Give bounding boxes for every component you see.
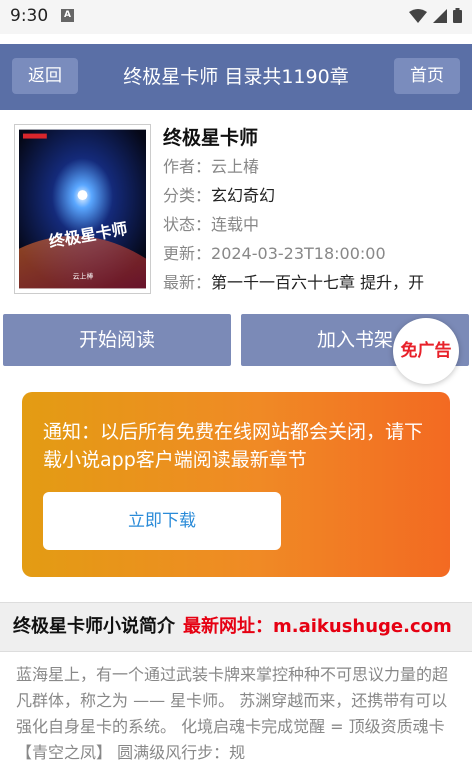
book-info: 终极星卡师 作者：云上椿 分类：玄幻奇幻 状态：连载中 更新：2024-03-2…	[163, 124, 468, 297]
book-cover[interactable]: 终极星卡师 云上棒	[14, 124, 151, 294]
no-ads-button[interactable]: 免广告	[393, 318, 459, 384]
author-value[interactable]: 云上椿	[211, 157, 259, 176]
start-reading-button[interactable]: 开始阅读	[3, 314, 231, 366]
back-button[interactable]: 返回	[12, 58, 78, 94]
latest-url: 最新网址：m.aikushuge.com	[183, 616, 452, 637]
notice-text: 通知：以后所有免费在线网站都会关闭，请下载小说app客户端阅读最新章节	[43, 421, 424, 471]
system-icons	[409, 8, 462, 23]
category-label: 分类：	[163, 186, 212, 205]
author-label: 作者：	[163, 157, 212, 176]
page-title: 终极星卡师 目录共1190章	[123, 66, 349, 88]
intro-section-title: 终极星卡师小说简介	[13, 616, 175, 637]
signal-icon	[433, 8, 447, 23]
category-value[interactable]: 玄幻奇幻	[211, 186, 275, 205]
status-label: 状态：	[163, 215, 212, 234]
book-synopsis: 蓝海星上，有一个通过武装卡牌来掌控种种不可思议力量的超凡群体，称之为 —— 星卡…	[16, 665, 449, 762]
battery-icon	[453, 8, 462, 23]
category-row: 分类：玄幻奇幻	[163, 181, 468, 210]
book-cover-art: 终极星卡师 云上棒	[19, 129, 146, 289]
notification-icon: A	[61, 9, 74, 22]
status-bar: 9:30 A	[0, 0, 472, 34]
clock: 9:30	[10, 6, 49, 26]
cover-author: 云上棒	[73, 271, 94, 280]
updated-row: 更新：2024-03-23T18:00:00	[163, 239, 468, 268]
updated-label: 更新：	[163, 244, 212, 263]
download-button[interactable]: 立即下载	[43, 492, 281, 550]
status-value: 连载中	[211, 215, 260, 234]
updated-value: 2024-03-23T18:00:00	[211, 244, 386, 263]
author-row: 作者：云上椿	[163, 152, 468, 181]
latest-chapter-link[interactable]: 第一千一百六十七章 提升，开	[211, 273, 424, 292]
notice-banner: 通知：以后所有免费在线网站都会关闭，请下载小说app客户端阅读最新章节 立即下载	[22, 392, 450, 577]
book-title: 终极星卡师	[163, 127, 259, 149]
home-button[interactable]: 首页	[394, 58, 460, 94]
status-row: 状态：连载中	[163, 210, 468, 239]
wifi-icon	[409, 8, 427, 23]
latest-row: 最新：第一千一百六十七章 提升，开	[163, 268, 468, 297]
intro-section-header: 终极星卡师小说简介 最新网址：m.aikushuge.com	[0, 602, 472, 652]
latest-label: 最新：	[163, 273, 212, 292]
top-nav-bar: 返回 终极星卡师 目录共1190章 首页	[0, 44, 472, 110]
